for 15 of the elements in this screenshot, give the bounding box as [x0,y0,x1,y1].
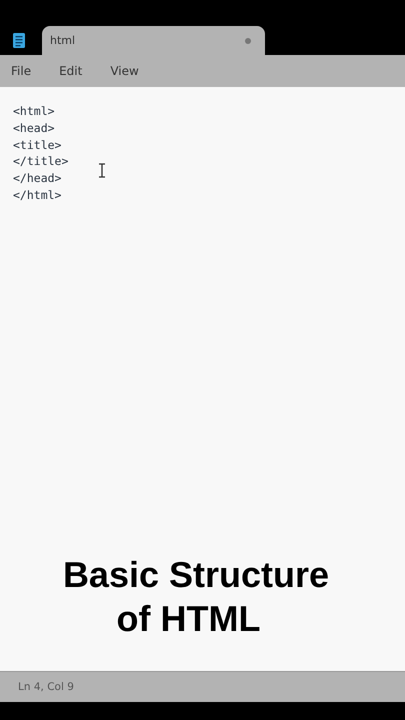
text-cursor-icon [98,163,106,178]
caption-text: Basic Structure [62,553,330,597]
code-line: </html> [13,186,62,204]
code-line: <title> [13,136,62,154]
code-line: <head> [13,120,55,137]
menu-item[interactable]: Edit [51,62,90,80]
menu-item[interactable]: View [102,62,147,80]
notepad-icon [13,33,25,48]
file-tab[interactable]: html [42,26,265,55]
cursor-position: Ln 4, Col 9 [18,681,74,693]
menu-item[interactable]: File [3,62,40,80]
code-line: </title> [13,153,68,170]
caption-text: of HTML [116,597,260,641]
code-line: <html> [13,103,55,120]
code-line: </head> [13,170,62,187]
